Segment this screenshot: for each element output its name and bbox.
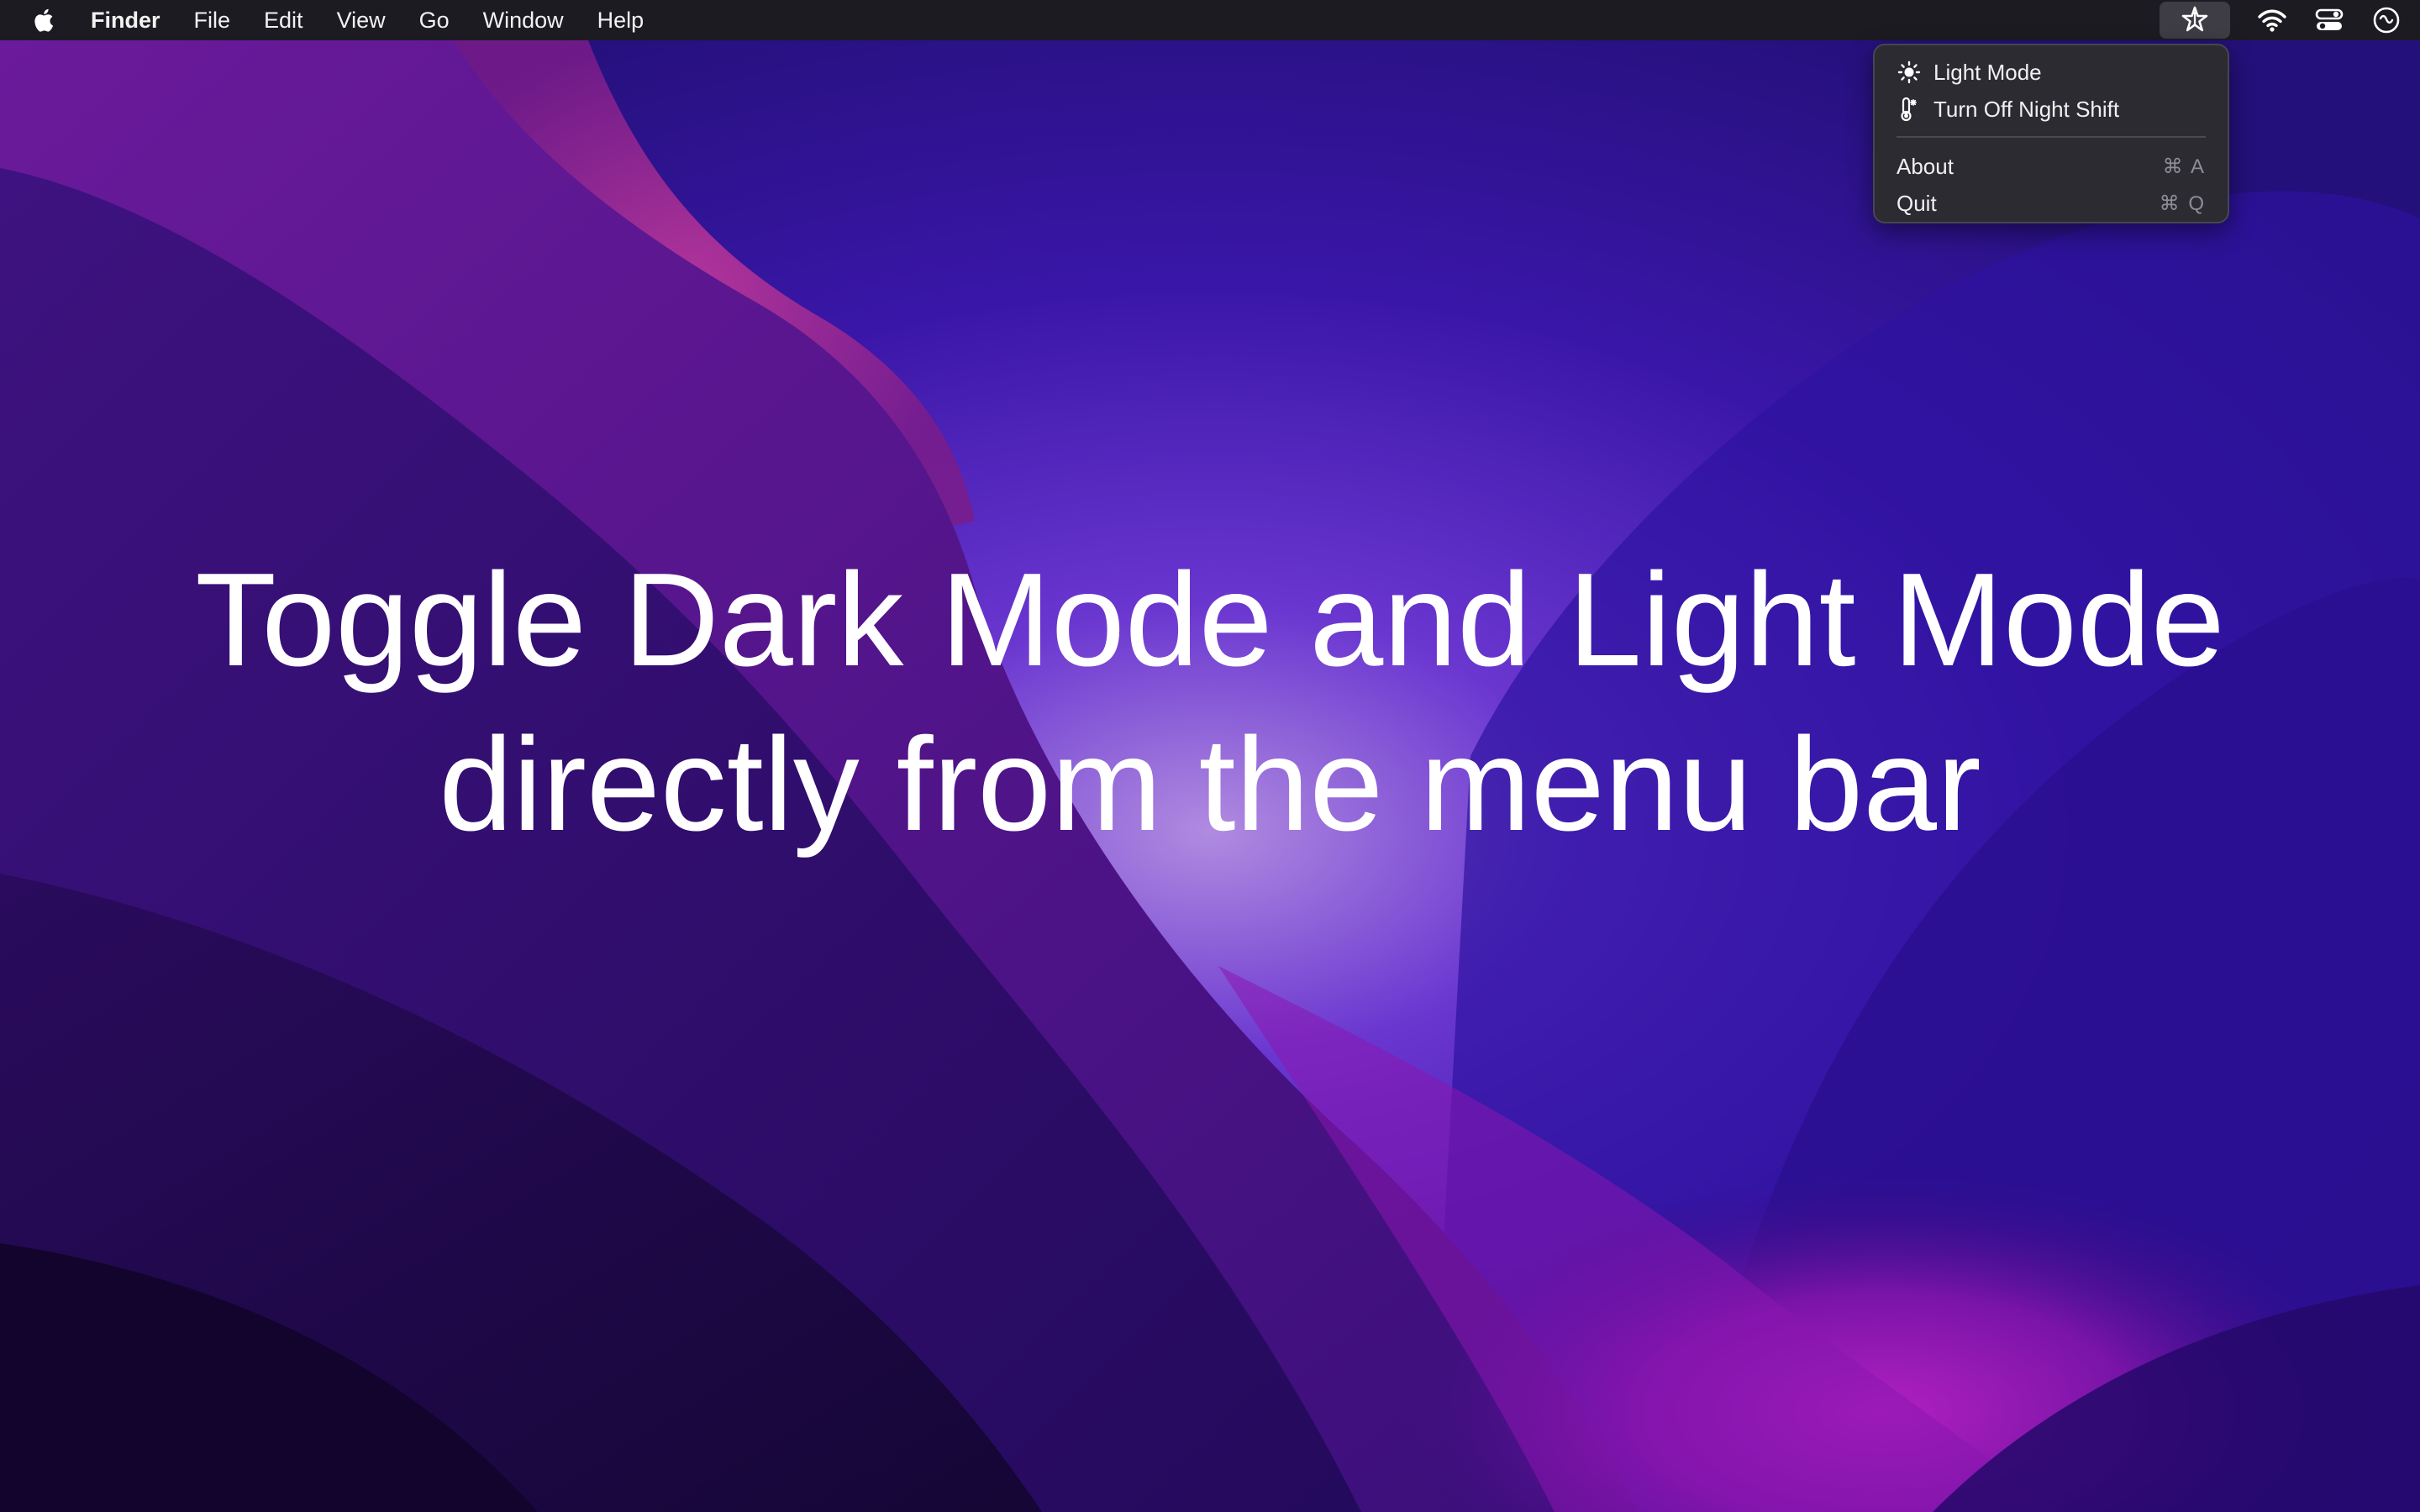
menu-app-finder[interactable]: Finder	[81, 0, 177, 40]
menu-item-label: Quit	[1897, 190, 1937, 216]
menu-item-light-mode[interactable]: Light Mode	[1875, 54, 2228, 91]
thermometer-icon	[1897, 97, 1922, 122]
menu-view[interactable]: View	[320, 0, 402, 40]
menu-item-label: About	[1897, 153, 1954, 179]
menu-go[interactable]: Go	[402, 0, 466, 40]
app-dropdown-menu: Light Mode Turn Off Night Shift About ⌘ …	[1873, 44, 2229, 223]
desktop: Finder File Edit View Go Window Help Lig…	[0, 0, 2420, 1512]
menu-separator	[1897, 136, 2206, 138]
menu-item-about[interactable]: About ⌘ A	[1875, 148, 2228, 185]
menu-file[interactable]: File	[177, 0, 248, 40]
headline: Toggle Dark Mode and Light Mode directly…	[0, 538, 2420, 867]
siri-icon[interactable]	[2363, 2, 2410, 39]
menu-help[interactable]: Help	[581, 0, 661, 40]
menu-item-quit[interactable]: Quit ⌘ Q	[1875, 185, 2228, 222]
headline-line-2: directly from the menu bar	[439, 711, 1981, 858]
sun-icon	[1897, 60, 1922, 85]
wifi-icon[interactable]	[2249, 2, 2296, 39]
apple-logo-icon[interactable]	[32, 6, 57, 34]
menu-edit[interactable]: Edit	[247, 0, 320, 40]
menu-item-night-shift[interactable]: Turn Off Night Shift	[1875, 91, 2228, 128]
headline-line-1: Toggle Dark Mode and Light Mode	[195, 546, 2225, 694]
night-mode-star-icon[interactable]	[2160, 2, 2230, 39]
status-area	[2160, 0, 2420, 40]
menu-item-shortcut: ⌘ A	[2162, 155, 2206, 178]
menu-item-shortcut: ⌘ Q	[2159, 192, 2206, 215]
menu-bar: Finder File Edit View Go Window Help	[0, 0, 2420, 40]
menu-item-label: Light Mode	[1933, 59, 2042, 85]
menu-item-label: Turn Off Night Shift	[1933, 96, 2120, 122]
control-center-icon[interactable]	[2306, 2, 2353, 39]
menu-window[interactable]: Window	[466, 0, 581, 40]
